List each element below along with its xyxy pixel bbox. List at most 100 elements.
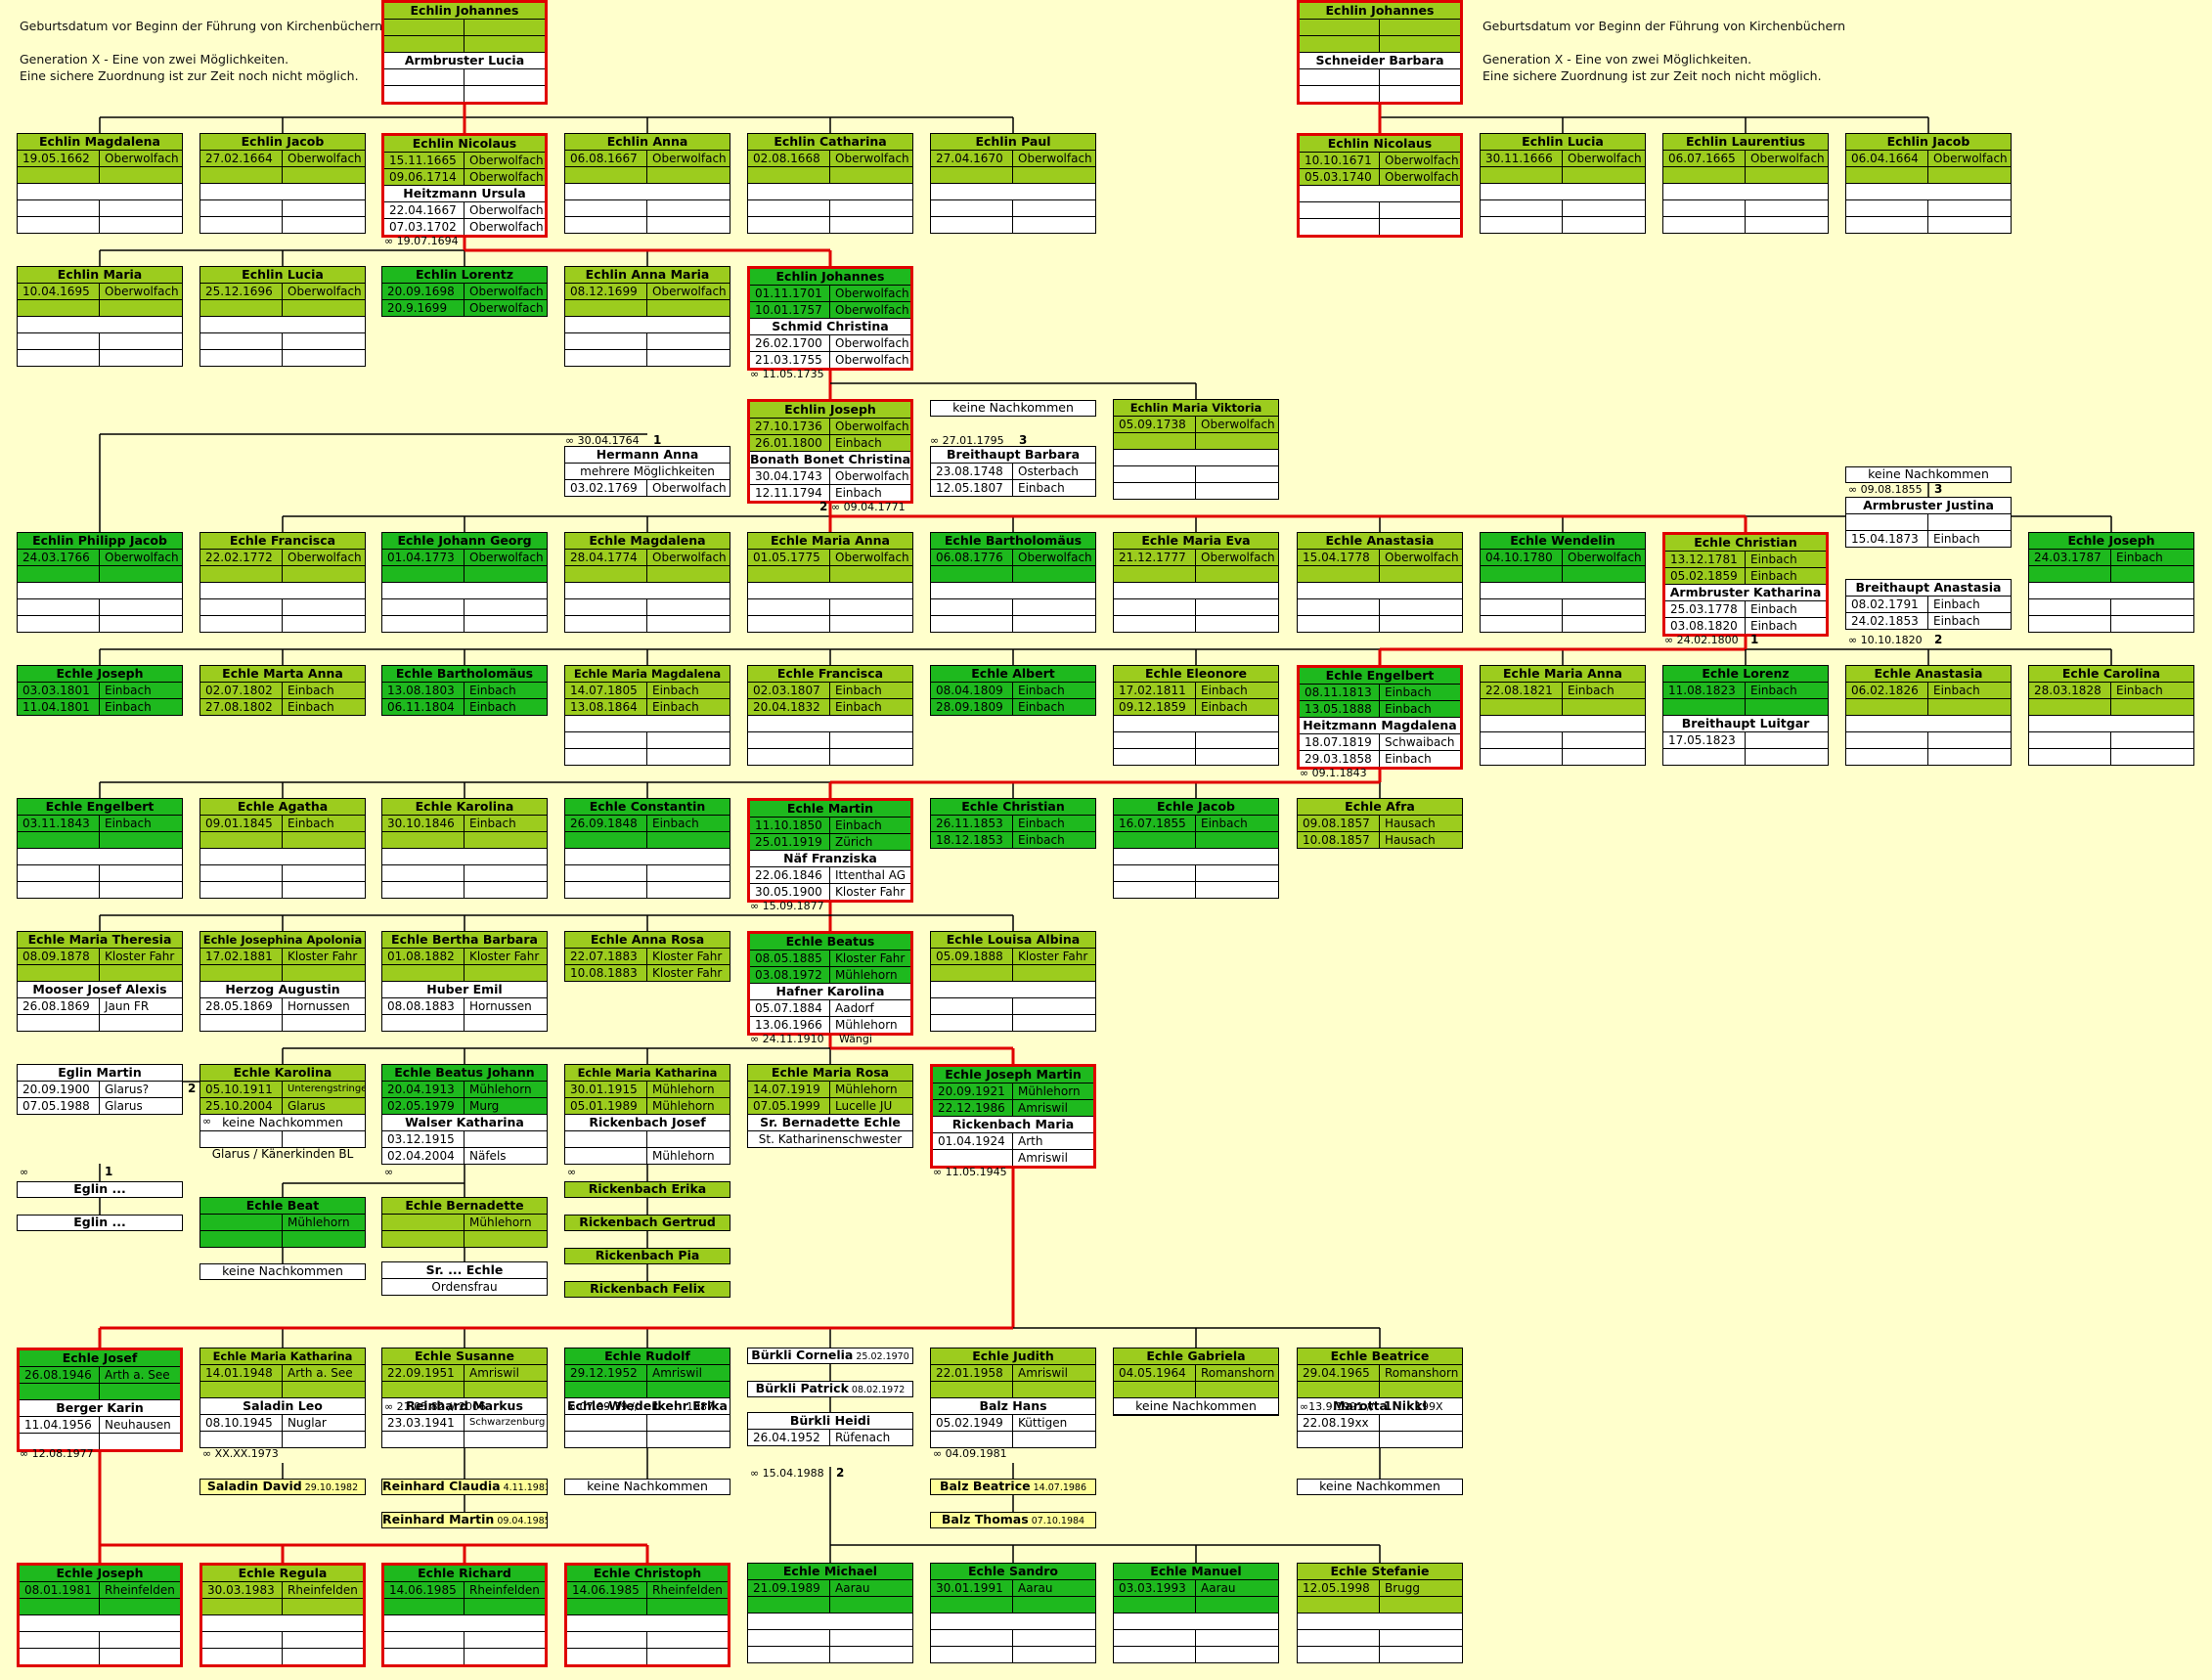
- person-card[interactable]: Echle Stefanie 12.05.1998 Brugg: [1297, 1563, 1463, 1663]
- person-card[interactable]: Echle Afra 09.08.1857 Hausach 10.08.1857 Hau…: [1297, 798, 1463, 849]
- person-card[interactable]: Echle Beat Mühlehorn: [199, 1197, 366, 1248]
- person-card[interactable]: Echlin Johannes Armbruster Lucia: [381, 0, 548, 105]
- person-card[interactable]: Echle Francisca 22.02.1772 Oberwolfach: [199, 532, 366, 633]
- person-card[interactable]: Echlin Lorentz 20.09.1698 Oberwolfach 20.9.…: [381, 266, 548, 317]
- person-card[interactable]: Echlin Laurentius 06.07.1665 Oberwolfach: [1662, 133, 1829, 234]
- person-card[interactable]: Echle Johann Georg 01.04.1773 Oberwolfach: [381, 532, 548, 633]
- person-card[interactable]: Echle Anna Rosa 22.07.1883 Kloster Fahr 10.…: [564, 931, 730, 982]
- child-box[interactable]: keine Nachkommen: [1297, 1479, 1463, 1495]
- person-card[interactable]: Echlin Magdalena 19.05.1662 Oberwolfach: [17, 133, 183, 234]
- person-card[interactable]: Echle Marta Anna 02.07.1802 Einbach 27.08.1…: [199, 665, 366, 716]
- child-box[interactable]: Balz Thomas 07.10.1984: [930, 1512, 1096, 1528]
- person-card[interactable]: Echle Maria Rosa 14.07.1919 Mühlehorn 07.05…: [747, 1064, 913, 1148]
- person-card[interactable]: Echle Gabriela 04.05.1964 Romanshorn keine …: [1113, 1348, 1279, 1416]
- person-card[interactable]: Echlin Nicolaus 10.10.1671 Oberwolfach 05.0…: [1297, 133, 1463, 238]
- person-card[interactable]: Echle Christian 26.11.1853 Einbach 18.12.18…: [930, 798, 1096, 849]
- person-card[interactable]: Echle Maria Katharina 30.01.1915 Mühlehorn…: [564, 1064, 730, 1165]
- person-card[interactable]: Echle Bertha Barbara 01.08.1882 Kloster Fa…: [381, 931, 548, 1032]
- person-card[interactable]: Echle Lorenz 11.08.1823 Einbach Breithaupt …: [1662, 665, 1829, 766]
- child-box[interactable]: keine Nachkommen: [930, 400, 1096, 417]
- person-card[interactable]: Echle Wendelin 04.10.1780 Oberwolfach: [1480, 532, 1646, 633]
- person-card[interactable]: Echlin Jacob 06.04.1664 Oberwolfach: [1845, 133, 2012, 234]
- person-card[interactable]: Echle Josef 26.08.1946 Arth a. See Berger K…: [17, 1348, 183, 1452]
- person-card[interactable]: Echle Magdalena 28.04.1774 Oberwolfach: [564, 532, 730, 633]
- person-card[interactable]: Echle Joseph 08.01.1981 Rheinfelden: [17, 1563, 183, 1667]
- person-card[interactable]: Echle Maria Magdalena 14.07.1805 Einbach 13…: [564, 665, 730, 766]
- person-card[interactable]: Echle Christian 13.12.1781 Einbach 05.02.18…: [1662, 532, 1829, 637]
- person-card[interactable]: Echlin Johannes Schneider Barbara: [1297, 0, 1463, 105]
- child-box[interactable]: Saladin David 29.10.1982: [199, 1479, 366, 1495]
- person-card[interactable]: Echle Anastasia 15.04.1778 Oberwolfach: [1297, 532, 1463, 633]
- person-card[interactable]: Echle Bernadette Mühlehorn: [381, 1197, 548, 1248]
- person-card[interactable]: Echlin Johannes 01.11.1701 Oberwolfach 10.0…: [747, 266, 913, 371]
- person-card[interactable]: Echle Beatus 08.05.1885 Kloster Fahr 03.08.…: [747, 931, 913, 1036]
- person-card[interactable]: Echle Maria Theresia 08.09.1878 Kloster Fa…: [17, 931, 183, 1032]
- spouse-card[interactable]: Sr. ... Echle Ordensfrau: [381, 1261, 548, 1296]
- person-card[interactable]: Echle Karolina 05.10.1911 Unterengstringen…: [199, 1064, 366, 1148]
- child-box[interactable]: Eglin ...: [17, 1215, 183, 1231]
- person-card[interactable]: Echle Louisa Albina 05.09.1888 Kloster Fah…: [930, 931, 1096, 1032]
- person-card[interactable]: Echle Michael 21.09.1989 Aarau: [747, 1563, 913, 1663]
- person-card[interactable]: Echle Manuel 03.03.1993 Aarau: [1113, 1563, 1279, 1663]
- person-card[interactable]: Echle Judith 22.01.1958 Amriswil Balz Hans 0…: [930, 1348, 1096, 1448]
- person-card[interactable]: Echle Martin 11.10.1850 Einbach 25.01.1919 Z…: [747, 798, 913, 903]
- person-card[interactable]: Echle Richard 14.06.1985 Rheinfelden: [381, 1563, 548, 1667]
- person-card[interactable]: Echlin Anna 06.08.1667 Oberwolfach: [564, 133, 730, 234]
- person-card[interactable]: Echlin Maria 10.04.1695 Oberwolfach: [17, 266, 183, 367]
- person-card[interactable]: Echlin Nicolaus 15.11.1665 Oberwolfach 09.0…: [381, 133, 548, 238]
- person-card[interactable]: Echle Joseph 03.03.1801 Einbach 11.04.1801 E…: [17, 665, 183, 716]
- person-card[interactable]: Echle Constantin 26.09.1848 Einbach: [564, 798, 730, 899]
- person-card[interactable]: Echle Eleonore 17.02.1811 Einbach 09.12.185…: [1113, 665, 1279, 766]
- person-card[interactable]: Echlin Anna Maria 08.12.1699 Oberwolfach: [564, 266, 730, 367]
- spouse-card[interactable]: Hermann Anna mehrere Möglichkeiten 03.02.1…: [564, 446, 730, 497]
- person-card[interactable]: Echle Carolina 28.03.1828 Einbach: [2028, 665, 2194, 766]
- person-card[interactable]: Echle Josephina Apolonia 17.02.1881 Kloste…: [199, 931, 366, 1032]
- child-box[interactable]: Rickenbach Gertrud: [564, 1215, 730, 1231]
- person-card[interactable]: Echle Maria Katharina 14.01.1948 Arth a. S…: [199, 1348, 366, 1448]
- child-box[interactable]: Reinhard Claudia 4.11.1983: [381, 1479, 548, 1495]
- person-card[interactable]: Echlin Catharina 02.08.1668 Oberwolfach: [747, 133, 913, 234]
- person-card[interactable]: Echle Francisca 02.03.1807 Einbach 20.04.18…: [747, 665, 913, 766]
- person-card[interactable]: Echlin Lucia 25.12.1696 Oberwolfach: [199, 266, 366, 367]
- person-card[interactable]: Echlin Lucia 30.11.1666 Oberwolfach: [1480, 133, 1646, 234]
- person-card[interactable]: Echle Susanne 22.09.1951 Amriswil Reinhard …: [381, 1348, 548, 1448]
- person-card[interactable]: Echlin Paul 27.04.1670 Oberwolfach: [930, 133, 1096, 234]
- person-card[interactable]: Echle Jacob 16.07.1855 Einbach: [1113, 798, 1279, 899]
- child-box[interactable]: keine Nachkommen: [564, 1479, 730, 1495]
- child-box[interactable]: keine Nachkommen: [1845, 466, 2012, 483]
- person-card[interactable]: Echle Karolina 30.10.1846 Einbach: [381, 798, 548, 899]
- person-card[interactable]: Echle Bartholomäus 06.08.1776 Oberwolfach: [930, 532, 1096, 633]
- person-card[interactable]: Echle Sandro 30.01.1991 Aarau: [930, 1563, 1096, 1663]
- child-box[interactable]: Reinhard Martin 09.04.1985: [381, 1512, 548, 1528]
- person-card[interactable]: Echle Christoph 14.06.1985 Rheinfelden: [564, 1563, 730, 1667]
- person-card[interactable]: Echle Maria Anna 01.05.1775 Oberwolfach: [747, 532, 913, 633]
- person-card[interactable]: Echle Engelbert 08.11.1813 Einbach 13.05.18…: [1297, 665, 1463, 770]
- child-box[interactable]: keine Nachkommen: [199, 1263, 366, 1280]
- child-box[interactable]: Bürkli Patrick 08.02.1972: [747, 1381, 913, 1397]
- child-box[interactable]: Rickenbach Felix: [564, 1281, 730, 1298]
- child-box[interactable]: Rickenbach Erika: [564, 1181, 730, 1198]
- person-card[interactable]: Echle Maria Anna 22.08.1821 Einbach: [1480, 665, 1646, 766]
- person-card[interactable]: Echle Maria Eva 21.12.1777 Oberwolfach: [1113, 532, 1279, 633]
- child-box[interactable]: Bürkli Cornelia 25.02.1970: [747, 1348, 913, 1364]
- child-box[interactable]: Eglin ...: [17, 1181, 183, 1198]
- spouse-card[interactable]: Breithaupt Anastasia 08.02.1791 Einbach 24.…: [1845, 579, 2012, 630]
- person-card[interactable]: Echle Beatus Johann 20.04.1913 Mühlehorn 02…: [381, 1064, 548, 1165]
- person-card[interactable]: Echle Beatrice 29.04.1965 Romanshorn Marott…: [1297, 1348, 1463, 1448]
- person-card[interactable]: Echle Joseph 24.03.1787 Einbach: [2028, 532, 2194, 633]
- person-card[interactable]: Eglin Martin 20.09.1900 Glarus? 07.05.1988 G…: [17, 1064, 183, 1115]
- person-card[interactable]: Echle Rudolf 29.12.1952 Amriswil Echle-Wied…: [564, 1348, 730, 1448]
- child-box[interactable]: Rickenbach Pia: [564, 1248, 730, 1264]
- person-card[interactable]: Echlin Philipp Jacob 24.03.1766 Oberwolfac…: [17, 532, 183, 633]
- person-card[interactable]: Echle Joseph Martin 20.09.1921 Mühlehorn 22…: [930, 1064, 1096, 1169]
- spouse-card[interactable]: Armbruster Justina 15.04.1873 Einbach: [1845, 497, 2012, 548]
- person-card[interactable]: Echlin Joseph 27.10.1736 Oberwolfach 26.01.…: [747, 399, 913, 504]
- person-card[interactable]: Echle Anastasia 06.02.1826 Einbach: [1845, 665, 2012, 766]
- person-card[interactable]: Echle Albert 08.04.1809 Einbach 28.09.1809 E…: [930, 665, 1096, 716]
- child-box[interactable]: Balz Beatrice 14.07.1986: [930, 1479, 1096, 1495]
- person-card[interactable]: Echlin Maria Viktoria 05.09.1738 Oberwolfa…: [1113, 399, 1279, 500]
- person-card[interactable]: Echle Agatha 09.01.1845 Einbach: [199, 798, 366, 899]
- person-card[interactable]: Echle Engelbert 03.11.1843 Einbach: [17, 798, 183, 899]
- person-card[interactable]: Echle Regula 30.03.1983 Rheinfelden: [199, 1563, 366, 1667]
- spouse-card[interactable]: Breithaupt Barbara 23.08.1748 Osterbach 12.…: [930, 446, 1096, 497]
